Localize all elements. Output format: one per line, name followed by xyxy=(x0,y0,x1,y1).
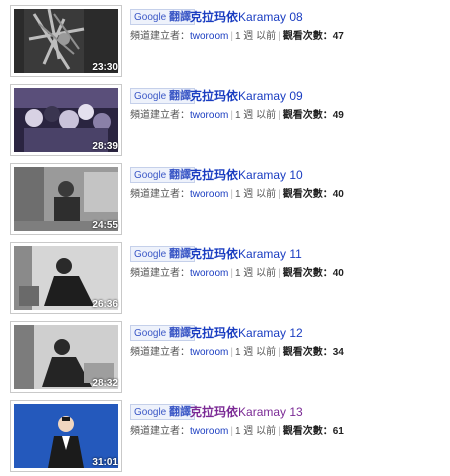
video-meta: 頻道建立者：tworoom | 1 週 以前 | 觀看次數：34 xyxy=(130,347,344,358)
video-duration: 24:55 xyxy=(92,220,118,231)
video-thumbnail[interactable]: 28:32 xyxy=(10,321,122,393)
view-count: 40 xyxy=(332,268,344,279)
video-title-link[interactable]: 克拉玛依Karamay 13 xyxy=(190,404,303,420)
video-duration: 28:39 xyxy=(92,141,118,152)
video-list-item: 24:55 Google 翻譯 克拉玛依Karamay 10 頻道建立者：two… xyxy=(0,163,450,239)
view-count: 40 xyxy=(332,189,344,200)
view-count: 47 xyxy=(332,31,344,42)
video-meta: 頻道建立者：tworoom | 1 週 以前 | 觀看次數：40 xyxy=(130,189,344,200)
video-thumbnail[interactable]: 23:30 xyxy=(10,5,122,77)
video-list-item: 26:36 Google 翻譯 克拉玛依Karamay 11 頻道建立者：two… xyxy=(0,242,450,318)
video-list-item: 23:30 Google 翻譯 克拉玛依Karamay 08 頻道建立者：two… xyxy=(0,5,450,81)
google-translate-button[interactable]: Google 翻譯 xyxy=(130,9,196,25)
video-meta: 頻道建立者：tworoom | 1 週 以前 | 觀看次數：47 xyxy=(130,31,344,42)
google-translate-button[interactable]: Google 翻譯 xyxy=(130,404,196,420)
video-title-link[interactable]: 克拉玛依Karamay 11 xyxy=(190,246,302,262)
video-meta: 頻道建立者：tworoom | 1 週 以前 | 觀看次數：61 xyxy=(130,426,344,437)
channel-link[interactable]: tworoom xyxy=(190,347,228,358)
video-duration: 23:30 xyxy=(92,62,118,73)
view-count: 49 xyxy=(332,110,344,121)
google-translate-button[interactable]: Google 翻譯 xyxy=(130,246,196,262)
video-list-item: 31:01 Google 翻譯 克拉玛依Karamay 13 頻道建立者：two… xyxy=(0,400,450,476)
video-meta: 頻道建立者：tworoom | 1 週 以前 | 觀看次數：40 xyxy=(130,268,344,279)
view-count: 61 xyxy=(332,426,344,437)
video-duration: 31:01 xyxy=(92,457,118,468)
channel-link[interactable]: tworoom xyxy=(190,189,228,200)
google-translate-button[interactable]: Google 翻譯 xyxy=(130,325,196,341)
video-title-link[interactable]: 克拉玛依Karamay 10 xyxy=(190,167,303,183)
view-count: 34 xyxy=(332,347,344,358)
video-title-link[interactable]: 克拉玛依Karamay 08 xyxy=(190,9,303,25)
google-translate-button[interactable]: Google 翻譯 xyxy=(130,167,196,183)
video-thumbnail[interactable]: 26:36 xyxy=(10,242,122,314)
video-thumbnail[interactable]: 24:55 xyxy=(10,163,122,235)
video-meta: 頻道建立者：tworoom | 1 週 以前 | 觀看次數：49 xyxy=(130,110,344,121)
video-title-link[interactable]: 克拉玛依Karamay 12 xyxy=(190,325,303,341)
video-list-item: 28:32 Google 翻譯 克拉玛依Karamay 12 頻道建立者：two… xyxy=(0,321,450,397)
video-thumbnail[interactable]: 28:39 xyxy=(10,84,122,156)
google-translate-button[interactable]: Google 翻譯 xyxy=(130,88,196,104)
video-title-link[interactable]: 克拉玛依Karamay 09 xyxy=(190,88,303,104)
video-list-item: 28:39 Google 翻譯 克拉玛依Karamay 09 頻道建立者：two… xyxy=(0,84,450,160)
channel-link[interactable]: tworoom xyxy=(190,110,228,121)
channel-link[interactable]: tworoom xyxy=(190,268,228,279)
video-thumbnail[interactable]: 31:01 xyxy=(10,400,122,472)
video-duration: 26:36 xyxy=(92,299,118,310)
channel-link[interactable]: tworoom xyxy=(190,31,228,42)
channel-link[interactable]: tworoom xyxy=(190,426,228,437)
video-duration: 28:32 xyxy=(92,378,118,389)
